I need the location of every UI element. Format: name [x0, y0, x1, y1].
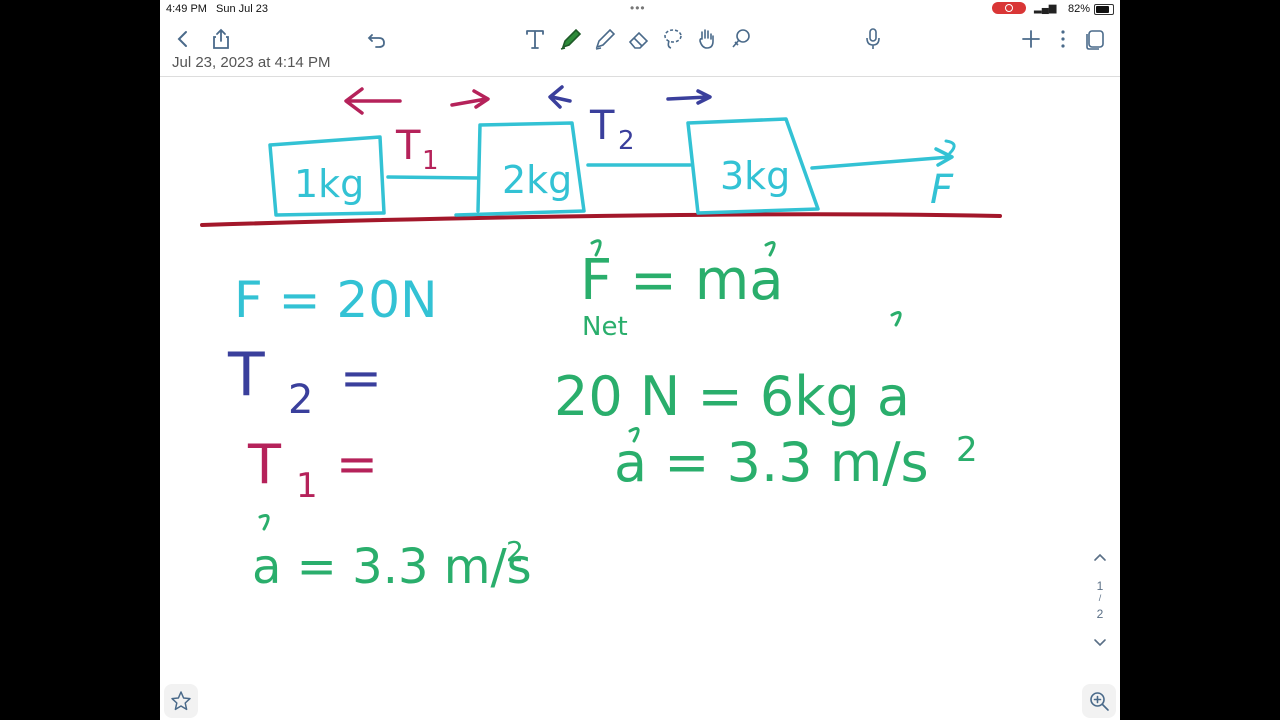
t1-label: T	[395, 123, 421, 169]
share-icon	[213, 28, 229, 49]
t2-sub-label: 2	[618, 126, 635, 156]
eq-accel-left: a = 3.3 m/s	[252, 539, 532, 595]
page-navigator: 1 / 2	[1080, 545, 1120, 655]
rope-t1	[386, 175, 480, 180]
t2-arrow-left	[548, 85, 572, 109]
pen-icon	[560, 28, 582, 50]
wifi-signal-icon: ▂▄▆	[1034, 3, 1057, 14]
block-3kg-label: 3kg	[720, 154, 790, 198]
force-vector-hat	[944, 139, 956, 155]
eq-accel-right-exp: 2	[956, 430, 978, 470]
pages-button[interactable]	[1080, 24, 1110, 54]
share-button[interactable]	[206, 24, 236, 54]
microphone-button[interactable]	[858, 24, 888, 54]
pen-tool-button[interactable]	[556, 24, 586, 54]
block-1kg-label: 1kg	[294, 162, 364, 206]
highlighter-icon	[595, 28, 616, 50]
eraser-icon	[628, 31, 649, 49]
a-vector-hat-4	[258, 514, 270, 531]
eq-substitution: 20 N = 6kg a	[554, 365, 910, 428]
t2-arrow-right	[666, 89, 712, 105]
status-bar: 4:49 PM Sun Jul 23 ••• ▂▄▆ 82%	[160, 0, 1120, 18]
page-separator: /	[1098, 593, 1102, 603]
eq-t2-letter: T	[227, 340, 265, 410]
battery-percent: 82%	[1068, 3, 1091, 15]
chevron-up-icon[interactable]	[1080, 549, 1120, 565]
eq-t1-letter: T	[247, 433, 282, 496]
shapes-icon	[732, 29, 750, 48]
eq-accel-right: a = 3.3 m/s	[614, 431, 929, 494]
hand-tool-button[interactable]	[692, 24, 722, 54]
eq-t1-equals: =	[336, 435, 378, 493]
undo-icon	[367, 34, 385, 48]
a-vector-hat-2	[890, 311, 902, 327]
zoom-in-icon	[1090, 692, 1109, 711]
shapes-button[interactable]	[726, 24, 756, 54]
eq-newton-sub: Net	[582, 312, 628, 342]
hand-icon	[699, 29, 714, 49]
t1-arrow-left	[344, 87, 402, 115]
page-total: 2	[1096, 607, 1104, 621]
ipad-screen: 4:49 PM Sun Jul 23 ••• ▂▄▆ 82% Jul 23, 2…	[160, 0, 1120, 720]
lasso-button[interactable]	[658, 24, 688, 54]
eq-newton: F = ma	[580, 248, 784, 313]
t1-arrow-right	[450, 89, 490, 109]
more-icon	[1061, 30, 1065, 48]
force-arrow	[810, 147, 954, 170]
text-tool-icon	[526, 30, 544, 49]
lasso-icon	[664, 29, 682, 49]
eq-force-value: F = 20N	[234, 271, 437, 329]
screen-record-icon[interactable]	[992, 2, 1026, 14]
eq-t2-sub: 2	[288, 377, 313, 423]
status-date: Sun Jul 23	[216, 3, 268, 15]
highlighter-button[interactable]	[590, 24, 620, 54]
note-date-subtitle: Jul 23, 2023 at 4:14 PM	[172, 54, 331, 70]
handwriting-canvas[interactable]: 1kg 2kg 3kg F T 1 T 2 F = 20N T 2 = T 1 …	[160, 77, 1120, 720]
eq-t1-sub: 1	[296, 466, 318, 506]
page-current: 1	[1096, 579, 1104, 593]
t2-label: T	[589, 103, 615, 149]
more-button[interactable]	[1048, 24, 1078, 54]
text-tool-button[interactable]	[520, 24, 550, 54]
pages-icon	[1086, 30, 1104, 50]
force-label: F	[930, 167, 954, 213]
plus-icon	[1022, 30, 1040, 48]
chevron-down-icon[interactable]	[1080, 635, 1120, 651]
multitask-dots-icon[interactable]: •••	[630, 1, 646, 15]
add-page-button[interactable]	[1016, 24, 1046, 54]
favorite-button[interactable]	[164, 684, 198, 718]
eq-accel-left-exp: 2	[506, 535, 524, 568]
zoom-in-button[interactable]	[1082, 684, 1116, 718]
t1-sub-label: 1	[422, 146, 439, 176]
battery-icon	[1094, 4, 1114, 15]
eraser-button[interactable]	[624, 24, 654, 54]
undo-button[interactable]	[362, 24, 392, 54]
back-chevron-icon	[177, 31, 187, 47]
star-icon	[171, 691, 191, 711]
block-2kg-label: 2kg	[502, 158, 572, 202]
microphone-icon	[866, 28, 880, 49]
back-button[interactable]	[168, 24, 198, 54]
status-time: 4:49 PM	[166, 3, 207, 15]
eq-t2-equals: =	[340, 349, 382, 407]
